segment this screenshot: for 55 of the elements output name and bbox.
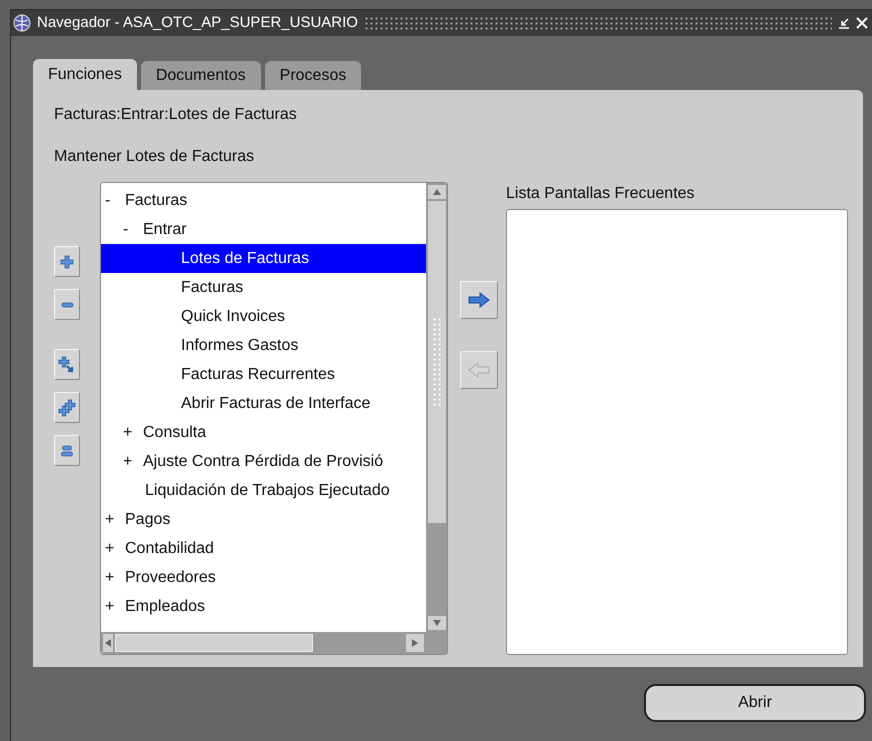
- tree-tool-button[interactable]: [54, 392, 80, 423]
- double-minus-icon: [61, 444, 73, 456]
- tab[interactable]: Procesos: [264, 61, 362, 90]
- scrollbar-thumb[interactable]: [428, 201, 446, 523]
- tree-item[interactable]: Abrir Facturas de Interface: [101, 389, 426, 418]
- scroll-up-icon[interactable]: [428, 185, 446, 199]
- tree-item[interactable]: Facturas: [101, 273, 426, 302]
- tree-item[interactable]: Facturas Recurrentes: [101, 360, 426, 389]
- plus-icon: [58, 252, 76, 270]
- tree-item[interactable]: + Proveedores: [101, 563, 426, 592]
- tree-toggle[interactable]: +: [123, 420, 141, 444]
- breadcrumb-path: Facturas:Entrar:Lotes de Facturas: [54, 105, 298, 125]
- tree-tool-button[interactable]: [54, 289, 80, 320]
- tree-item[interactable]: Lotes de Facturas: [101, 244, 426, 273]
- tree-item[interactable]: Liquidación de Trabajos Ejecutado: [101, 476, 426, 505]
- tree-item[interactable]: Quick Invoices: [101, 302, 426, 331]
- plus-arrow-icon: [58, 356, 76, 374]
- globe-icon: [13, 14, 31, 32]
- tree-toggle[interactable]: +: [105, 536, 123, 560]
- tree-item[interactable]: Informes Gastos: [101, 331, 426, 360]
- tree-toggle[interactable]: +: [105, 594, 123, 618]
- right-arrow-icon: [468, 292, 490, 308]
- transfer-button[interactable]: [460, 281, 498, 319]
- tree-toggle[interactable]: +: [105, 566, 123, 590]
- tree-tool-button[interactable]: [54, 246, 80, 277]
- open-button[interactable]: Abrir: [644, 684, 866, 722]
- vertical-scrollbar[interactable]: [426, 183, 447, 654]
- double-plus-icon: [58, 398, 76, 416]
- tree-item[interactable]: - Facturas: [101, 186, 426, 215]
- horizontal-scrollbar[interactable]: [101, 632, 426, 654]
- tree-toggle[interactable]: -: [123, 218, 141, 242]
- scrollbar-thumb[interactable]: [115, 634, 313, 652]
- tree-item[interactable]: + Contabilidad: [101, 534, 426, 563]
- left-arrow-icon: [468, 362, 490, 378]
- tab[interactable]: Documentos: [140, 61, 261, 90]
- function-heading: Mantener Lotes de Facturas: [54, 147, 256, 167]
- tab[interactable]: Funciones: [33, 59, 137, 91]
- tree-toggle[interactable]: +: [123, 450, 141, 474]
- tree-tool-button[interactable]: [54, 349, 80, 380]
- tree-toggle[interactable]: +: [105, 508, 123, 532]
- minimize-icon[interactable]: [838, 17, 850, 29]
- list-label: Lista Pantallas Frecuentes: [506, 184, 696, 204]
- tree-toggle[interactable]: -: [105, 188, 123, 212]
- scroll-left-icon[interactable]: [103, 634, 113, 652]
- close-icon[interactable]: [856, 17, 868, 29]
- tree-item[interactable]: + Consulta: [101, 418, 426, 447]
- tree-item[interactable]: + Pagos: [101, 505, 426, 534]
- tree-item[interactable]: + Ajuste Contra Pérdida de Provisió: [101, 447, 426, 476]
- tree-item[interactable]: - Entrar: [101, 215, 426, 244]
- minus-icon: [60, 302, 74, 308]
- tree-item[interactable]: + Empleados: [101, 592, 426, 621]
- scroll-down-icon[interactable]: [428, 616, 446, 630]
- window-title: Navegador - ASA_OTC_AP_SUPER_USUARIO: [37, 12, 358, 33]
- scroll-right-icon[interactable]: [406, 634, 424, 652]
- tree-tool-button[interactable]: [54, 435, 80, 466]
